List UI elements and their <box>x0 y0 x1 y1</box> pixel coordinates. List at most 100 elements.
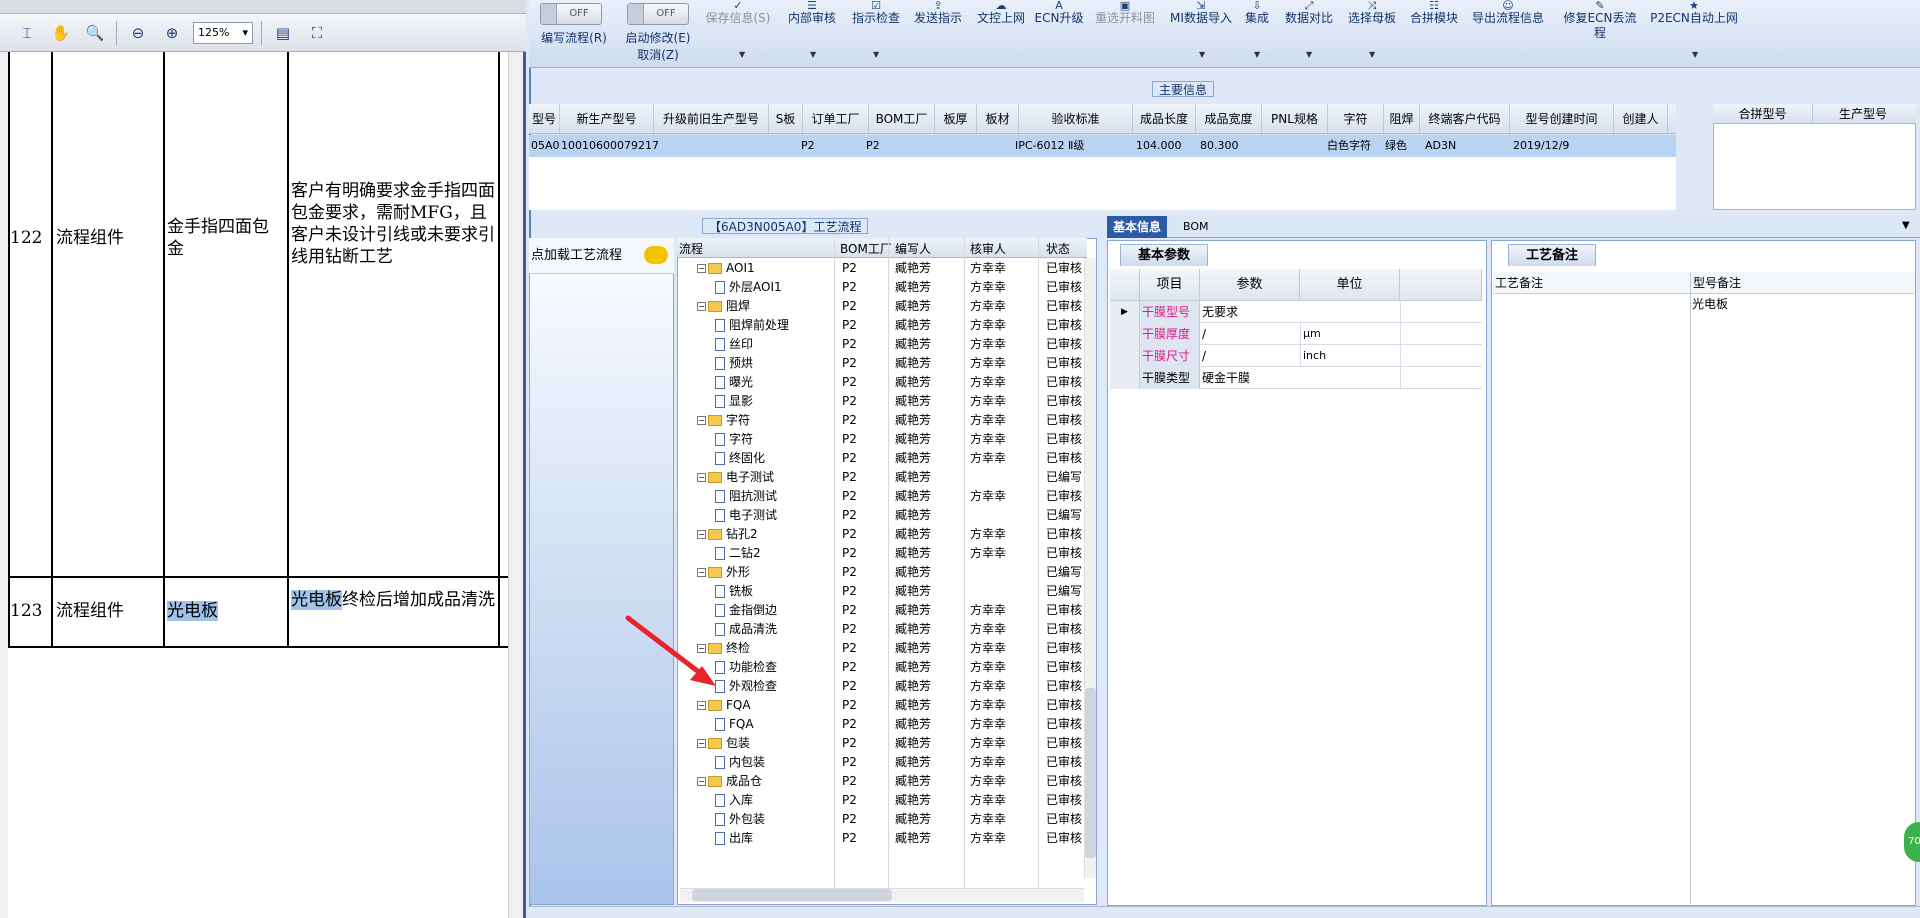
flow-tree-row[interactable]: 金指倒边 P2 臧艳芳 方幸幸 已审核 <box>679 601 1084 620</box>
col-header[interactable]: 生产型号 <box>1813 104 1913 124</box>
integration-button[interactable]: ⇩ 集成 <box>1240 0 1274 26</box>
param-value[interactable]: / <box>1202 345 1300 367</box>
col-header[interactable]: BOM工厂 <box>840 240 892 257</box>
select-master-board-button[interactable]: ⤨ 选择母板 <box>1344 0 1400 26</box>
row-selector[interactable] <box>1110 323 1140 345</box>
collapse-icon[interactable]: − <box>697 701 706 710</box>
collapse-icon[interactable]: − <box>697 530 706 539</box>
param-row[interactable]: 干膜厚度 / μm <box>1110 323 1482 345</box>
row-selector[interactable] <box>1110 345 1140 367</box>
col-header[interactable]: 字符 <box>1328 104 1384 135</box>
col-header[interactable]: 型号备注 <box>1690 272 1914 294</box>
col-header[interactable]: 订单工厂 <box>803 104 869 135</box>
flow-tree-row[interactable]: 铣板 P2 臧艳芳 已编写 <box>679 582 1084 601</box>
col-header[interactable]: 板厚 <box>935 104 977 135</box>
flow-tree-row[interactable]: − 电子测试 P2 臧艳芳 已编写 <box>679 468 1084 487</box>
col-header[interactable]: PNL规格 <box>1262 104 1328 135</box>
flow-tree-row[interactable]: 曝光 P2 臧艳芳 方幸幸 已审核 <box>679 373 1084 392</box>
data-compare-button[interactable]: ⤢ 数据对比 <box>1282 0 1336 26</box>
flow-tree-row[interactable]: 功能检查 P2 臧艳芳 方幸幸 已审核 <box>679 658 1084 677</box>
col-header[interactable]: 状态 <box>1046 240 1070 257</box>
select-icon[interactable]: ⌶ <box>14 21 40 45</box>
scroll-thumb[interactable] <box>1085 688 1096 858</box>
collapse-icon[interactable]: − <box>697 302 706 311</box>
merge-module-button[interactable]: ☷ 合拼模块 <box>1406 0 1462 26</box>
dropdown-arrow-icon[interactable]: ▼ <box>739 50 745 59</box>
subtab-basic-params[interactable]: 基本参数 <box>1120 244 1208 266</box>
col-header[interactable]: 型号 <box>529 104 560 135</box>
col-header[interactable]: 验收标准 <box>1019 104 1133 135</box>
flow-tree-row[interactable]: − 终检 P2 臧艳芳 方幸幸 已审核 <box>679 639 1084 658</box>
pdf-scrollbar[interactable] <box>508 52 523 918</box>
tab-bom[interactable]: BOM <box>1177 216 1215 238</box>
flow-tree-row[interactable]: 显影 P2 臧艳芳 方幸幸 已审核 <box>679 392 1084 411</box>
instruction-check-button[interactable]: ☑ 指示检查 <box>848 0 904 26</box>
dropdown-arrow-icon[interactable]: ▼ <box>873 50 879 59</box>
collapse-icon[interactable]: − <box>697 416 706 425</box>
flow-tree-row[interactable]: 字符 P2 臧艳芳 方幸幸 已审核 <box>679 430 1084 449</box>
col-header[interactable]: 单位 <box>1300 269 1400 301</box>
col-header[interactable]: S板 <box>769 104 803 135</box>
flow-tree-row[interactable]: 外观检查 P2 臧艳芳 方幸幸 已审核 <box>679 677 1084 696</box>
repair-ecn-flow-button[interactable]: ✎ 修复ECN丢流程 <box>1558 0 1642 41</box>
start-modify-button[interactable]: 启动修改(E) <box>618 31 698 46</box>
dropdown-arrow-icon[interactable]: ▼ <box>810 50 816 59</box>
col-header[interactable]: 升级前旧生产型号 <box>654 104 769 135</box>
save-info-button[interactable]: ✓ 保存信息(S) <box>702 0 774 26</box>
tree-horizontal-scrollbar[interactable] <box>680 888 1084 902</box>
start-modify-toggle[interactable]: OFF <box>627 3 689 25</box>
flow-tree-row[interactable]: − 阻焊 P2 臧艳芳 方幸幸 已审核 <box>679 297 1084 316</box>
hand-icon[interactable]: ✋ <box>48 21 74 45</box>
load-flow-button[interactable]: 点加载工艺流程 <box>529 238 674 274</box>
col-header[interactable]: 型号创建时间 <box>1510 104 1614 135</box>
dropdown-arrow-icon[interactable]: ▼ <box>1369 50 1375 59</box>
col-header[interactable]: 阻焊 <box>1384 104 1420 135</box>
col-header[interactable]: 编写人 <box>895 240 931 257</box>
send-instruction-button[interactable]: ⇪ 发送指示 <box>910 0 966 26</box>
collapse-icon[interactable]: − <box>697 568 706 577</box>
col-header[interactable]: 工艺备注 <box>1493 272 1690 294</box>
dropdown-arrow-icon[interactable]: ▼ <box>1306 50 1312 59</box>
subtab-process-notes[interactable]: 工艺备注 <box>1508 244 1596 266</box>
collapse-icon[interactable]: − <box>697 777 706 786</box>
param-row[interactable]: 干膜尺寸 / inch <box>1110 345 1482 367</box>
chevron-down-icon[interactable]: ▼ <box>1902 220 1910 231</box>
fit-page-icon[interactable]: ▤ <box>270 21 296 45</box>
flow-tree-row[interactable]: 出库 P2 臧艳芳 方幸幸 已审核 <box>679 829 1084 848</box>
flow-tree-row[interactable]: 阻焊前处理 P2 臧艳芳 方幸幸 已审核 <box>679 316 1084 335</box>
tree-vertical-scrollbar[interactable] <box>1084 258 1096 878</box>
col-header[interactable]: 终端客户代码 <box>1420 104 1510 135</box>
ecn-upgrade-button[interactable]: A ECN升级 <box>1034 0 1084 26</box>
flow-tree-row[interactable]: 预烘 P2 臧艳芳 方幸幸 已审核 <box>679 354 1084 373</box>
floating-badge[interactable]: 70 <box>1904 822 1920 862</box>
export-flow-info-button[interactable]: ☺ 导出流程信息 <box>1470 0 1546 26</box>
dropdown-arrow-icon[interactable]: ▼ <box>1692 50 1698 59</box>
flow-tree-row[interactable]: 入库 P2 臧艳芳 方幸幸 已审核 <box>679 791 1084 810</box>
dropdown-arrow-icon[interactable]: ▼ <box>1254 50 1260 59</box>
flow-tree-row[interactable]: 外包装 P2 臧艳芳 方幸幸 已审核 <box>679 810 1084 829</box>
col-header[interactable]: 流程 <box>679 240 703 257</box>
col-header[interactable]: 合拼型号 <box>1713 104 1813 124</box>
flow-tree-row[interactable]: 终固化 P2 臧艳芳 方幸幸 已审核 <box>679 449 1084 468</box>
flow-tree-row[interactable]: 阻抗测试 P2 臧艳芳 方幸幸 已审核 <box>679 487 1084 506</box>
flow-tree-row[interactable]: − 钻孔2 P2 臧艳芳 方幸幸 已审核 <box>679 525 1084 544</box>
param-row[interactable]: ▶ 干膜型号 无要求 <box>1110 301 1482 323</box>
dropdown-arrow-icon[interactable]: ▼ <box>1199 50 1205 59</box>
flow-tree-row[interactable]: − 字符 P2 臧艳芳 方幸幸 已审核 <box>679 411 1084 430</box>
flow-tree-row[interactable]: 电子测试 P2 臧艳芳 已编写 <box>679 506 1084 525</box>
col-header[interactable]: 核审人 <box>970 240 1006 257</box>
flow-tree-row[interactable]: − 外形 P2 臧艳芳 已编写 <box>679 563 1084 582</box>
col-header[interactable]: 板材 <box>977 104 1019 135</box>
col-header[interactable]: 新生产型号 <box>560 104 654 135</box>
collapse-icon[interactable]: − <box>697 739 706 748</box>
p2ecn-auto-online-button[interactable]: ★ P2ECN自动上网 <box>1648 0 1740 26</box>
internal-review-button[interactable]: ☰ 内部审核 <box>784 0 840 26</box>
param-unit[interactable]: μm <box>1300 323 1400 345</box>
model-note-text[interactable]: 光电板 <box>1692 295 1728 312</box>
flow-tree-row[interactable]: FQA P2 臧艳芳 方幸幸 已审核 <box>679 715 1084 734</box>
zoom-in-icon[interactable]: ⊕ <box>159 21 185 45</box>
reselect-cutting-button[interactable]: ▣ 重选开料图 <box>1092 0 1158 26</box>
collapse-icon[interactable]: − <box>697 264 706 273</box>
cancel-button[interactable]: 取消(Z) <box>618 48 698 63</box>
row-selector[interactable] <box>1110 367 1140 389</box>
